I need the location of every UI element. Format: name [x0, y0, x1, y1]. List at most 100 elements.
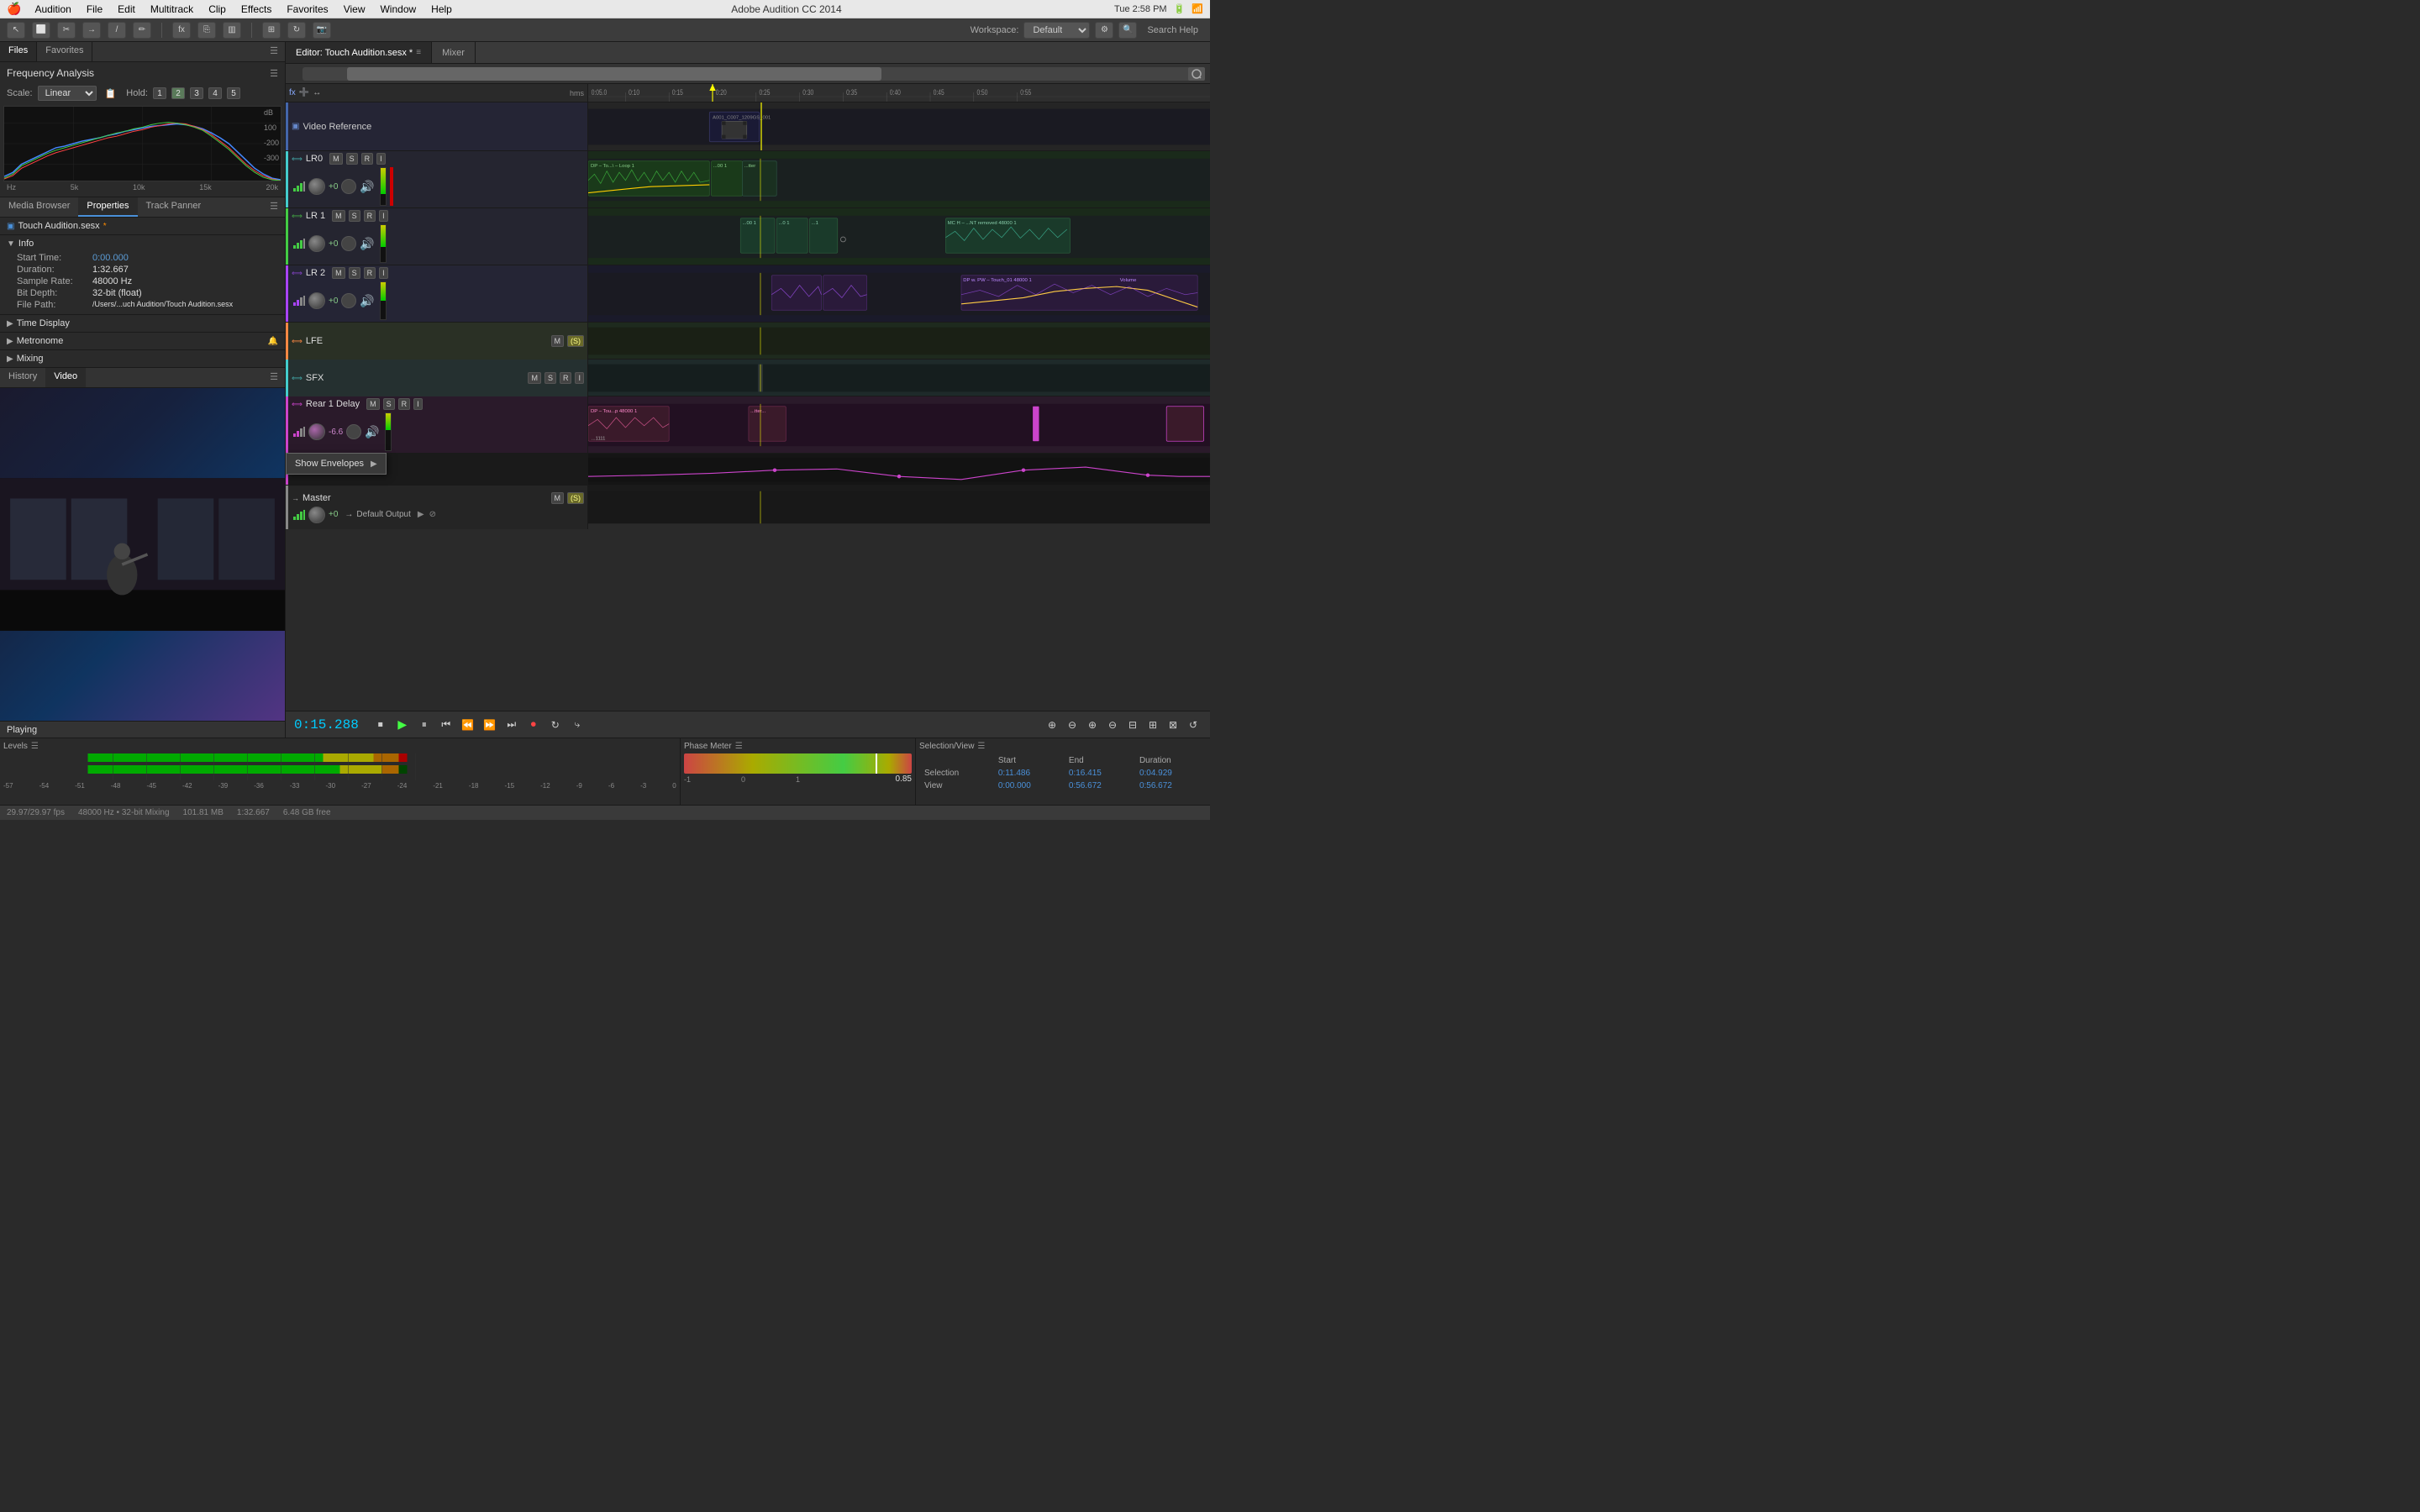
metronome-header[interactable]: ▶ Metronome 🔔	[0, 333, 285, 349]
pause-btn[interactable]: ⏸	[416, 717, 433, 733]
tab-media-browser[interactable]: Media Browser	[0, 197, 78, 217]
menu-audition[interactable]: Audition	[28, 2, 77, 17]
tab-favorites[interactable]: Favorites	[37, 42, 92, 61]
toolbar-btn-razor[interactable]: /	[108, 22, 126, 39]
timeline-overview[interactable]	[286, 64, 1210, 84]
play-btn[interactable]: ▶	[394, 717, 411, 733]
goto-end-btn[interactable]: ⏭	[503, 717, 520, 733]
scrollbar-thumb[interactable]	[347, 67, 881, 81]
lr2-speaker-icon[interactable]: 🔊	[360, 294, 374, 308]
hold-btn-5[interactable]: 5	[227, 87, 240, 99]
toolbar-btn-select[interactable]: ⬜	[32, 22, 50, 39]
lr0-m-btn[interactable]: M	[329, 153, 343, 165]
lr2-i-btn[interactable]: I	[379, 267, 388, 279]
menu-file[interactable]: File	[80, 2, 109, 17]
tab-mixer[interactable]: Mixer	[432, 42, 476, 63]
stop-btn[interactable]: ⏹	[372, 717, 389, 733]
lr1-r-btn[interactable]: R	[364, 210, 376, 222]
toolbar-btn-meter[interactable]: ▥	[223, 22, 241, 39]
toolbar-btn-fx[interactable]: fx	[172, 22, 191, 39]
timeline-zoom-btn[interactable]	[1188, 67, 1205, 81]
lr1-pan-knob[interactable]	[341, 236, 356, 251]
props-tab-menu[interactable]: ☰	[263, 197, 285, 217]
tab-track-panner[interactable]: Track Panner	[138, 197, 210, 217]
goto-start-btn[interactable]: ⏮	[438, 717, 455, 733]
lr2-s-btn[interactable]: S	[349, 267, 360, 279]
rear1-pan-knob[interactable]	[346, 424, 361, 439]
rear1-s-btn[interactable]: S	[383, 398, 395, 410]
rear1-m-btn[interactable]: M	[366, 398, 380, 410]
fx-icon[interactable]: fx	[289, 88, 296, 97]
zoom-out-h-btn[interactable]: ⊖	[1064, 717, 1081, 733]
toolbar-btn-move[interactable]: ↖	[7, 22, 25, 39]
master-output-arrow[interactable]: →	[345, 510, 353, 519]
lr1-volume-knob[interactable]	[308, 235, 325, 252]
scale-select[interactable]: Linear Logarithmic	[38, 86, 97, 101]
master-s-btn[interactable]: (S)	[567, 492, 584, 504]
hold-btn-2[interactable]: 2	[171, 87, 185, 99]
zoom-in-v-btn[interactable]: ⊕	[1084, 717, 1101, 733]
sfx-i-btn[interactable]: I	[575, 372, 584, 384]
master-output-config[interactable]: ▶	[418, 510, 424, 519]
lr1-m-btn[interactable]: M	[332, 210, 345, 222]
fast-forward-btn[interactable]: ⏩	[481, 717, 498, 733]
lr0-r-btn[interactable]: R	[361, 153, 374, 165]
lr2-m-btn[interactable]: M	[332, 267, 345, 279]
zoom-out-v-btn[interactable]: ⊖	[1104, 717, 1121, 733]
menu-favorites[interactable]: Favorites	[280, 2, 334, 17]
zoom-fit-btn[interactable]: ⊟	[1124, 717, 1141, 733]
editor-tab-close[interactable]: ≡	[416, 48, 421, 57]
rear1-speaker-icon[interactable]: 🔊	[365, 425, 379, 439]
lr0-volume-knob[interactable]	[308, 178, 325, 195]
toolbar-btn-camera[interactable]: 📷	[313, 22, 331, 39]
tab-files[interactable]: Files	[0, 42, 37, 61]
menu-window[interactable]: Window	[373, 2, 423, 17]
menu-clip[interactable]: Clip	[202, 2, 233, 17]
zoom-all-btn[interactable]: ⊞	[1144, 717, 1161, 733]
workspace-search-btn[interactable]: 🔍	[1118, 22, 1137, 39]
zoom-in-h-btn[interactable]: ⊕	[1044, 717, 1060, 733]
record-btn[interactable]: ⏺	[525, 717, 542, 733]
lr1-s-btn[interactable]: S	[349, 210, 360, 222]
tab-history[interactable]: History	[0, 368, 45, 387]
lr2-volume-knob[interactable]	[308, 292, 325, 309]
lfe-m-btn[interactable]: M	[551, 335, 565, 347]
toolbar-btn-loop[interactable]: ↻	[287, 22, 306, 39]
toolbar-btn-clip[interactable]: ⎘	[197, 22, 216, 39]
tab-properties[interactable]: Properties	[78, 197, 137, 217]
lr0-s-btn[interactable]: S	[346, 153, 358, 165]
sfx-r-btn[interactable]: R	[560, 372, 572, 384]
sfx-s-btn[interactable]: S	[544, 372, 556, 384]
hold-btn-1[interactable]: 1	[153, 87, 166, 99]
lr0-i-btn[interactable]: I	[376, 153, 386, 165]
lr1-speaker-icon[interactable]: 🔊	[360, 237, 374, 251]
hold-btn-3[interactable]: 3	[190, 87, 203, 99]
add-track-icon[interactable]: ➕	[299, 88, 309, 97]
menu-help[interactable]: Help	[424, 2, 459, 17]
selection-menu[interactable]: ☰	[977, 742, 985, 751]
menu-edit[interactable]: Edit	[111, 2, 142, 17]
rear1-i-btn[interactable]: I	[413, 398, 423, 410]
panel-top-menu[interactable]: ☰	[263, 42, 285, 61]
rewind-btn[interactable]: ⏪	[460, 717, 476, 733]
master-volume-knob[interactable]	[308, 507, 325, 523]
zoom-reset-btn[interactable]: ↺	[1185, 717, 1202, 733]
levels-menu[interactable]: ☰	[31, 742, 39, 751]
search-help-btn[interactable]: Search Help	[1142, 24, 1203, 37]
workspace-config-btn[interactable]: ⚙	[1095, 22, 1113, 39]
lfe-s-btn[interactable]: (S)	[567, 335, 584, 347]
freq-menu-btn[interactable]: ☰	[270, 68, 278, 79]
menu-view[interactable]: View	[337, 2, 372, 17]
lr1-i-btn[interactable]: I	[379, 210, 388, 222]
apple-logo[interactable]: 🍎	[7, 2, 21, 16]
workspace-select[interactable]: Default	[1023, 22, 1090, 39]
menu-multitrack[interactable]: Multitrack	[144, 2, 200, 17]
tab-video[interactable]: Video	[45, 368, 86, 387]
rear1-volume-knob[interactable]	[308, 423, 325, 440]
hold-btn-4[interactable]: 4	[208, 87, 222, 99]
copy-icon[interactable]: 📋	[105, 88, 117, 99]
lr0-mute-btn[interactable]: M	[329, 154, 343, 164]
metronome-enable-btn[interactable]: 🔔	[268, 337, 278, 346]
sfx-m-btn[interactable]: M	[528, 372, 541, 384]
time-display-header[interactable]: ▶ Time Display	[0, 315, 285, 332]
